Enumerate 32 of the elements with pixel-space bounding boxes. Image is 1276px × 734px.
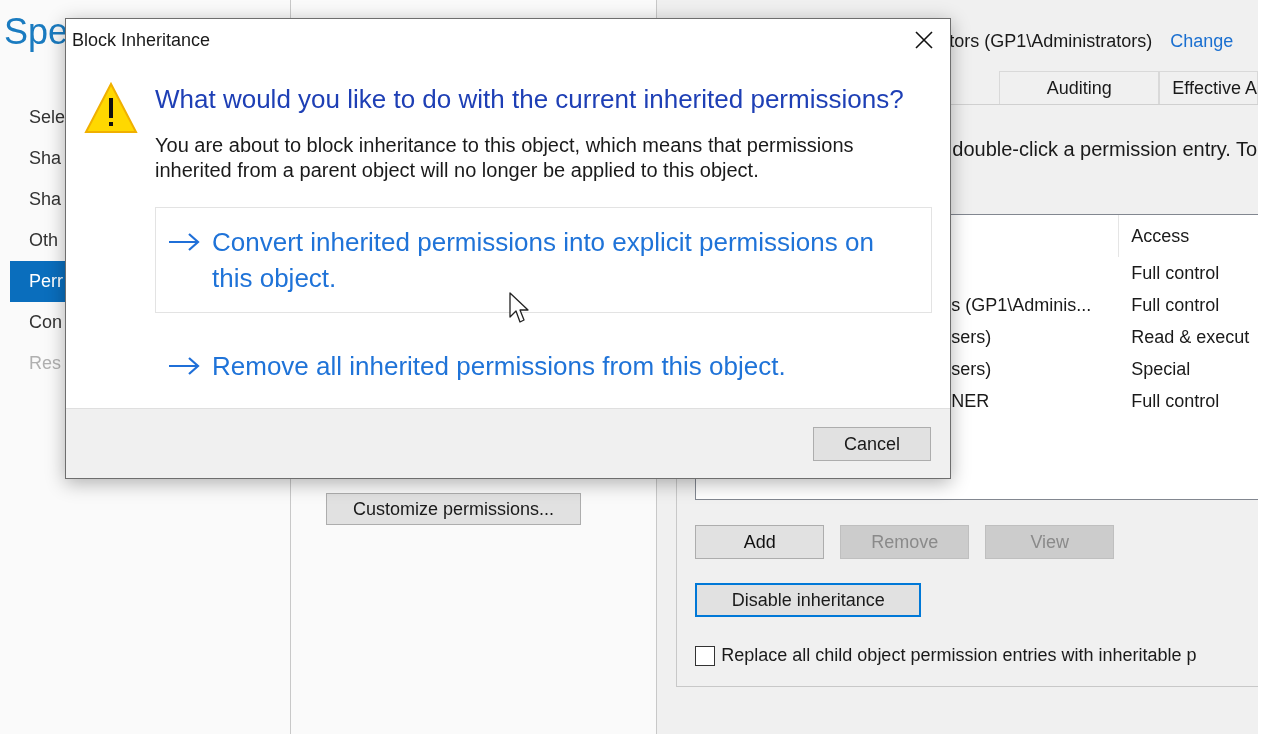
checkbox[interactable]	[695, 645, 716, 666]
tab[interactable]: Effective A	[1159, 71, 1258, 104]
action-button[interactable]: Add	[695, 525, 825, 559]
table-cell: Full control	[1131, 390, 1220, 411]
owner-text: tors (GP1\Administrators)	[949, 29, 1153, 53]
column-header[interactable]: Access	[1118, 215, 1258, 257]
tab[interactable]: Auditing	[999, 71, 1160, 104]
dialog-title: Block Inheritance	[72, 28, 211, 52]
table-cell: NER	[951, 390, 990, 411]
warning-icon	[84, 81, 138, 135]
instructions-text: double-click a permission entry. To	[952, 138, 1258, 160]
table-cell: Special	[1131, 358, 1191, 379]
checkbox-label[interactable]: Replace all child object permission entries with inheritable p	[721, 642, 1197, 669]
table-cell: Read & execut	[1131, 326, 1250, 347]
table-cell: Full control	[1131, 262, 1220, 283]
dialog-heading: What would you like to do with the current inherited permissions?	[155, 83, 905, 115]
change-link[interactable]: Change	[1170, 27, 1234, 55]
mouse-pointer-icon	[509, 292, 529, 324]
dialog-message: You are about to block inheritance to this object, which means that permissions inherited from a parent object will no longer be applied to this object.	[155, 133, 855, 183]
customize-permissions-button[interactable]: Customize permissions...	[326, 493, 582, 525]
page-heading: Spe	[4, 12, 69, 52]
close-icon[interactable]	[914, 30, 934, 50]
table-cell: Full control	[1131, 294, 1220, 315]
table-cell: s (GP1\Adminis...	[951, 294, 1092, 315]
table-cell: sers)	[951, 326, 992, 347]
table-cell: sers)	[951, 358, 992, 379]
command-link[interactable]: Convert inherited permissions into explicit permissions on this object.	[155, 207, 932, 313]
command-link[interactable]: Remove all inherited permissions from this object.	[155, 331, 932, 401]
cancel-button[interactable]: Cancel	[813, 427, 931, 461]
arrow-icon	[168, 357, 200, 375]
arrow-icon	[168, 233, 200, 251]
disable-inheritance-button[interactable]: Disable inheritance	[695, 583, 922, 617]
